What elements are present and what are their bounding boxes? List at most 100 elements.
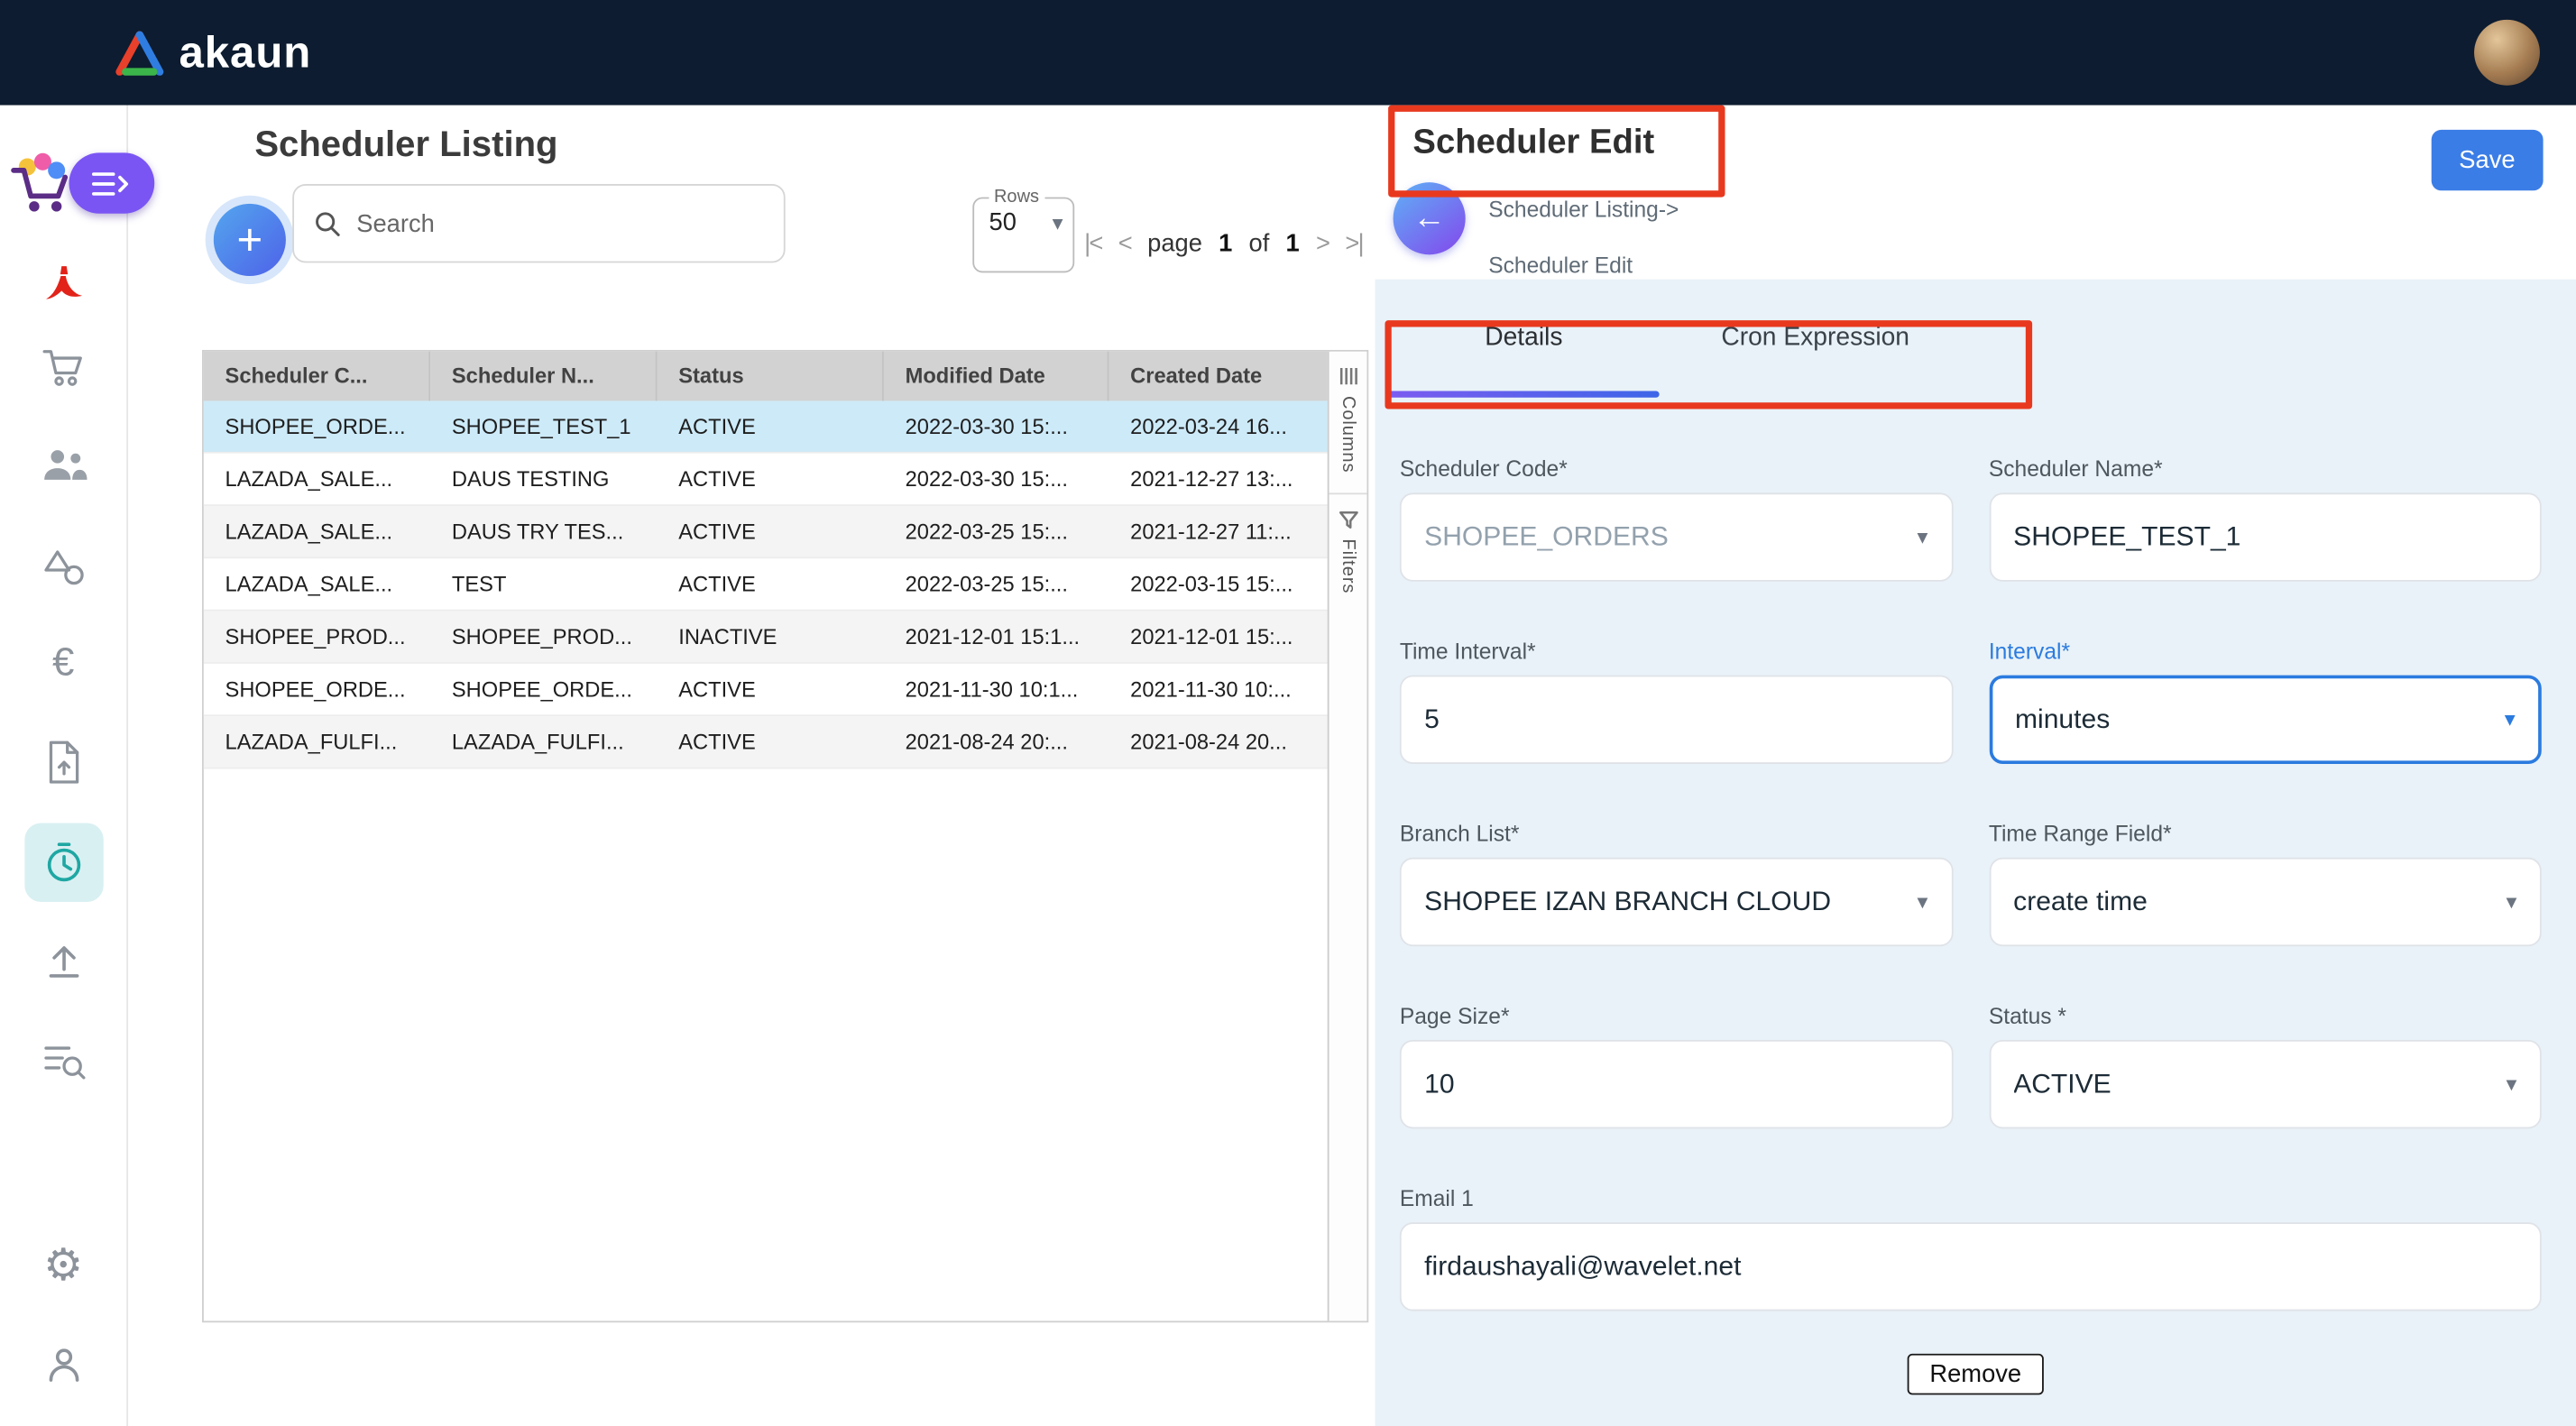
user-avatar[interactable] xyxy=(2474,20,2540,86)
cell-scheduler-name: DAUS TRY TES... xyxy=(430,506,657,557)
remove-button[interactable]: Remove xyxy=(1907,1354,2045,1395)
caret-down-icon: ▾ xyxy=(1918,524,1928,550)
scheduler-table: Scheduler C... Scheduler N... Status Mod… xyxy=(202,350,1368,1322)
sidebar-item-reports[interactable] xyxy=(0,244,126,322)
rows-value: 50 xyxy=(989,208,1017,236)
menu-toggle-button[interactable] xyxy=(4,148,155,217)
table-row[interactable]: LAZADA_SALE... DAUS TESTING ACTIVE 2022-… xyxy=(204,454,1331,506)
table-header-cell[interactable]: Modified Date xyxy=(884,352,1109,401)
branch-list-label: Branch List* xyxy=(1400,822,1953,848)
filters-label: Filters xyxy=(1339,538,1358,593)
first-page-button[interactable]: |< xyxy=(1084,230,1101,258)
branch-list-select[interactable]: SHOPEE IZAN BRANCH CLOUD ▾ xyxy=(1400,858,1953,946)
search-box xyxy=(292,184,785,262)
table-row[interactable]: SHOPEE_ORDE... SHOPEE_TEST_1 ACTIVE 2022… xyxy=(204,400,1331,453)
sidebar-item-cart[interactable] xyxy=(0,328,126,407)
rows-per-page-select[interactable]: Rows 50 ▾ xyxy=(972,188,1074,273)
time-range-select[interactable]: create time ▾ xyxy=(1989,858,2542,946)
field-time-interval: Time Interval* 5 xyxy=(1400,639,1953,764)
cell-scheduler-name: SHOPEE_TEST_1 xyxy=(430,400,657,451)
page-size-label: Page Size* xyxy=(1400,1004,1953,1030)
cell-scheduler-code: LAZADA_SALE... xyxy=(204,558,430,609)
pagination: |< < page 1 of 1 > >| xyxy=(1084,230,1363,258)
cell-modified-date: 2022-03-25 15:... xyxy=(884,506,1109,557)
table-header-cell[interactable]: Scheduler C... xyxy=(204,352,430,401)
tab-details[interactable]: Details xyxy=(1388,280,1660,398)
cell-modified-date: 2021-08-24 20:... xyxy=(884,716,1109,767)
total-pages: 1 xyxy=(1286,230,1300,258)
scheduler-clock-icon xyxy=(41,842,84,884)
filters-tool[interactable]: Filters xyxy=(1329,494,1367,613)
interval-select[interactable]: minutes ▾ xyxy=(1989,676,2542,764)
sidebar-item-products[interactable] xyxy=(0,528,126,606)
time-interval-input[interactable]: 5 xyxy=(1400,676,1953,764)
file-upload-icon xyxy=(43,741,83,783)
sidebar-item-contacts[interactable] xyxy=(0,426,126,504)
breadcrumb-edit[interactable]: Scheduler Edit xyxy=(1488,253,1633,278)
interval-label: Interval* xyxy=(1989,639,2542,666)
app: akaun xyxy=(0,0,2576,1426)
cell-scheduler-name: DAUS TESTING xyxy=(430,454,657,504)
cell-created-date: 2021-12-01 15:... xyxy=(1109,612,1330,662)
cell-scheduler-code: SHOPEE_ORDE... xyxy=(204,400,430,451)
of-label: of xyxy=(1249,230,1270,258)
sidebar-item-finance[interactable]: € xyxy=(0,624,126,703)
field-time-range: Time Range Field* create time ▾ xyxy=(1989,822,2542,946)
time-interval-label: Time Interval* xyxy=(1400,639,1953,666)
last-page-button[interactable]: >| xyxy=(1345,230,1362,258)
table-row[interactable]: LAZADA_SALE... TEST ACTIVE 2022-03-25 15… xyxy=(204,558,1331,611)
next-page-button[interactable]: > xyxy=(1316,230,1329,258)
cell-status: ACTIVE xyxy=(658,400,884,451)
table-row[interactable]: LAZADA_FULFI... LAZADA_FULFI... ACTIVE 2… xyxy=(204,716,1331,768)
time-range-label: Time Range Field* xyxy=(1989,822,2542,848)
table-header-cell[interactable]: Created Date xyxy=(1109,352,1330,401)
page-number[interactable]: 1 xyxy=(1219,230,1232,258)
table-header-cell[interactable]: Status xyxy=(658,352,884,401)
caret-down-icon: ▾ xyxy=(1918,888,1928,915)
page-size-value: 10 xyxy=(1424,1069,1454,1100)
table-row[interactable]: SHOPEE_PROD... SHOPEE_PROD... INACTIVE 2… xyxy=(204,612,1331,664)
columns-icon xyxy=(1339,366,1358,386)
sidebar-item-scheduler[interactable] xyxy=(0,823,126,902)
sidebar-item-settings[interactable]: ⚙ xyxy=(0,1226,126,1304)
table-header-cell[interactable]: Scheduler N... xyxy=(430,352,657,401)
sidebar-item-account[interactable] xyxy=(0,1324,126,1403)
breadcrumb-listing[interactable]: Scheduler Listing-> xyxy=(1488,198,1679,222)
sidebar-item-audit-search[interactable] xyxy=(0,1022,126,1100)
table-row[interactable]: LAZADA_SALE... DAUS TRY TES... ACTIVE 20… xyxy=(204,506,1331,558)
email1-input[interactable]: firdaushayali@wavelet.net xyxy=(1400,1222,2542,1311)
prev-page-button[interactable]: < xyxy=(1118,230,1131,258)
euro-icon: € xyxy=(52,644,74,684)
table-body: SHOPEE_ORDE... SHOPEE_TEST_1 ACTIVE 2022… xyxy=(204,400,1367,768)
columns-tool[interactable]: Columns xyxy=(1329,352,1367,494)
scheduler-listing-panel: Scheduler Listing + Rows 50 ▾ |< < page … xyxy=(126,106,1375,1426)
status-select[interactable]: ACTIVE ▾ xyxy=(1989,1040,2542,1128)
brand[interactable]: akaun xyxy=(115,0,312,106)
table-row[interactable]: SHOPEE_ORDE... SHOPEE_ORDE... ACTIVE 202… xyxy=(204,664,1331,716)
sidebar-item-import[interactable] xyxy=(0,722,126,801)
table-header: Scheduler C... Scheduler N... Status Mod… xyxy=(204,352,1331,401)
scheduler-name-input[interactable]: SHOPEE_TEST_1 xyxy=(1989,492,2542,581)
tab-bar: Details Cron Expression xyxy=(1375,280,2576,398)
add-scheduler-button[interactable]: + xyxy=(214,204,286,276)
cell-scheduler-name: TEST xyxy=(430,558,657,609)
field-scheduler-name: Scheduler Name* SHOPEE_TEST_1 xyxy=(1989,456,2542,581)
cell-status: ACTIVE xyxy=(658,558,884,609)
cell-created-date: 2022-03-24 16... xyxy=(1109,400,1330,451)
akaun-logo-icon xyxy=(115,31,165,75)
field-status: Status * ACTIVE ▾ xyxy=(1989,1004,2542,1128)
page-size-input[interactable]: 10 xyxy=(1400,1040,1953,1128)
scheduler-name-label: Scheduler Name* xyxy=(1989,456,2542,483)
scheduler-code-select[interactable]: SHOPEE_ORDERS ▾ xyxy=(1400,492,1953,581)
save-button[interactable]: Save xyxy=(2431,130,2543,190)
table-side-tools: Columns Filters xyxy=(1328,352,1367,1321)
cell-status: ACTIVE xyxy=(658,664,884,714)
status-label: Status * xyxy=(1989,1004,2542,1030)
page-label: page xyxy=(1147,230,1202,258)
sidebar-item-upload[interactable] xyxy=(0,922,126,1000)
cell-scheduler-code: SHOPEE_PROD... xyxy=(204,612,430,662)
cell-modified-date: 2022-03-30 15:... xyxy=(884,454,1109,504)
back-button[interactable]: ← xyxy=(1394,182,1466,254)
search-input[interactable] xyxy=(354,207,784,239)
tab-cron-expression[interactable]: Cron Expression xyxy=(1660,280,1972,398)
